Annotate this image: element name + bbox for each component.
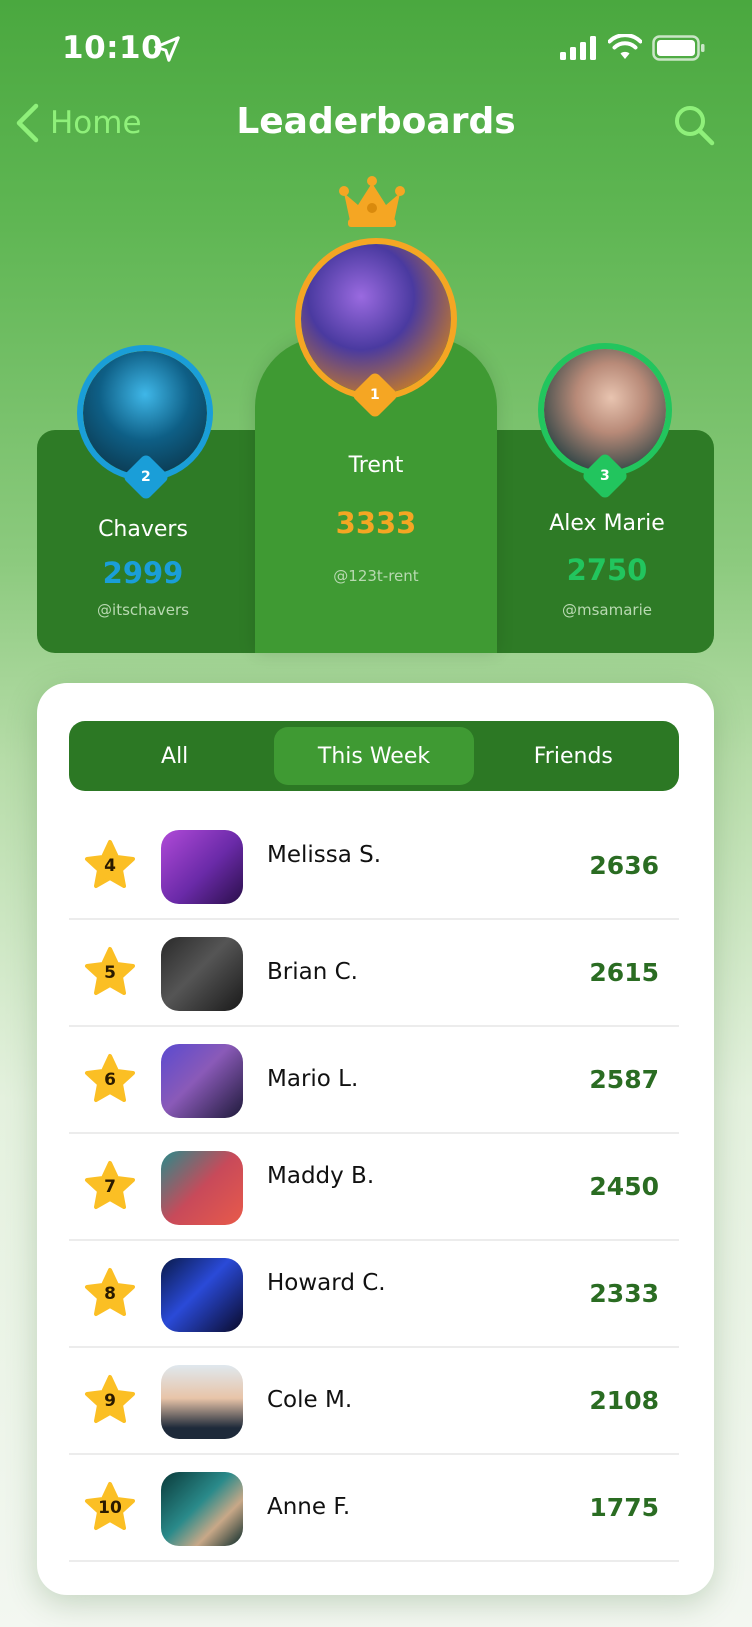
table-row[interactable]: 7 Maddy B. 2450 xyxy=(69,1134,679,1241)
tab-this-week[interactable]: This Week xyxy=(274,727,474,785)
tab-friends[interactable]: Friends xyxy=(474,727,673,785)
podium-name-first: Trent xyxy=(348,453,404,478)
podium-score-third: 2750 xyxy=(566,553,648,587)
podium-handle-first: @123t-rent xyxy=(333,567,419,585)
rank-star-badge: 7 xyxy=(83,1160,137,1212)
battery-icon xyxy=(652,35,705,61)
table-row[interactable]: 6 Mario L. 2587 xyxy=(69,1027,679,1134)
leaderboard-list: 4 Melissa S. 2636 5 Brian C. 2615 6 Mari… xyxy=(69,813,679,1562)
rank-number: 9 xyxy=(104,1391,116,1411)
rank-number: 6 xyxy=(104,1070,116,1090)
player-name: Melissa S. xyxy=(267,842,382,868)
player-score: 2108 xyxy=(589,1386,659,1415)
rank-star-badge: 9 xyxy=(83,1374,137,1426)
nav-bar: Home Leaderboards xyxy=(0,95,752,155)
player-score: 2587 xyxy=(589,1065,659,1094)
page-title: Leaderboards xyxy=(236,101,516,142)
player-name: Brian C. xyxy=(267,959,358,985)
table-row[interactable]: 4 Melissa S. 2636 xyxy=(69,813,679,920)
podium-name-third: Alex Marie xyxy=(549,511,665,536)
avatar xyxy=(161,1044,243,1118)
status-time: 10:10 xyxy=(62,30,164,66)
search-icon[interactable] xyxy=(672,103,716,147)
podium-score-second: 2999 xyxy=(102,556,184,590)
avatar xyxy=(161,1472,243,1546)
table-row[interactable]: 9 Cole M. 2108 xyxy=(69,1348,679,1455)
leaderboard-card: All This Week Friends 4 Melissa S. 2636 … xyxy=(37,683,714,1595)
avatar xyxy=(161,830,243,904)
podium-handle-third: @msamarie xyxy=(562,601,652,619)
player-score: 2333 xyxy=(589,1279,659,1308)
rank-number: 5 xyxy=(104,963,116,983)
player-name: Anne F. xyxy=(267,1494,351,1520)
avatar xyxy=(161,1151,243,1225)
player-score: 2450 xyxy=(589,1172,659,1201)
rank-star-badge: 6 xyxy=(83,1053,137,1105)
table-row[interactable]: 10 Anne F. 1775 xyxy=(69,1455,679,1562)
rank-star-badge: 10 xyxy=(83,1481,137,1533)
avatar xyxy=(161,937,243,1011)
rank-number: 7 xyxy=(104,1177,116,1197)
rank-number: 4 xyxy=(104,856,116,876)
player-score: 2615 xyxy=(589,958,659,987)
player-name: Howard C. xyxy=(267,1270,386,1296)
player-score: 2636 xyxy=(589,851,659,880)
rank-number: 8 xyxy=(104,1284,116,1304)
avatar xyxy=(161,1258,243,1332)
rank-number: 10 xyxy=(98,1498,122,1518)
rank-star-badge: 5 xyxy=(83,946,137,998)
podium-name-second: Chavers xyxy=(98,517,188,542)
player-name: Cole M. xyxy=(267,1387,353,1413)
tab-all[interactable]: All xyxy=(75,727,274,785)
player-score: 1775 xyxy=(589,1493,659,1522)
cellular-signal-icon xyxy=(560,36,596,60)
crown-icon xyxy=(339,176,405,227)
podium-handle-second: @itschavers xyxy=(97,601,189,619)
rank-star-badge: 4 xyxy=(83,839,137,891)
player-name: Maddy B. xyxy=(267,1163,375,1189)
status-bar: 10:10 xyxy=(0,0,752,100)
wifi-icon xyxy=(608,34,642,59)
rank-star-badge: 8 xyxy=(83,1267,137,1319)
podium-score-first: 3333 xyxy=(335,506,417,540)
filter-tabs: All This Week Friends xyxy=(69,721,679,791)
table-row[interactable]: 8 Howard C. 2333 xyxy=(69,1241,679,1348)
location-arrow-icon xyxy=(154,36,180,62)
avatar xyxy=(161,1365,243,1439)
player-name: Mario L. xyxy=(267,1066,359,1092)
table-row[interactable]: 5 Brian C. 2615 xyxy=(69,920,679,1027)
